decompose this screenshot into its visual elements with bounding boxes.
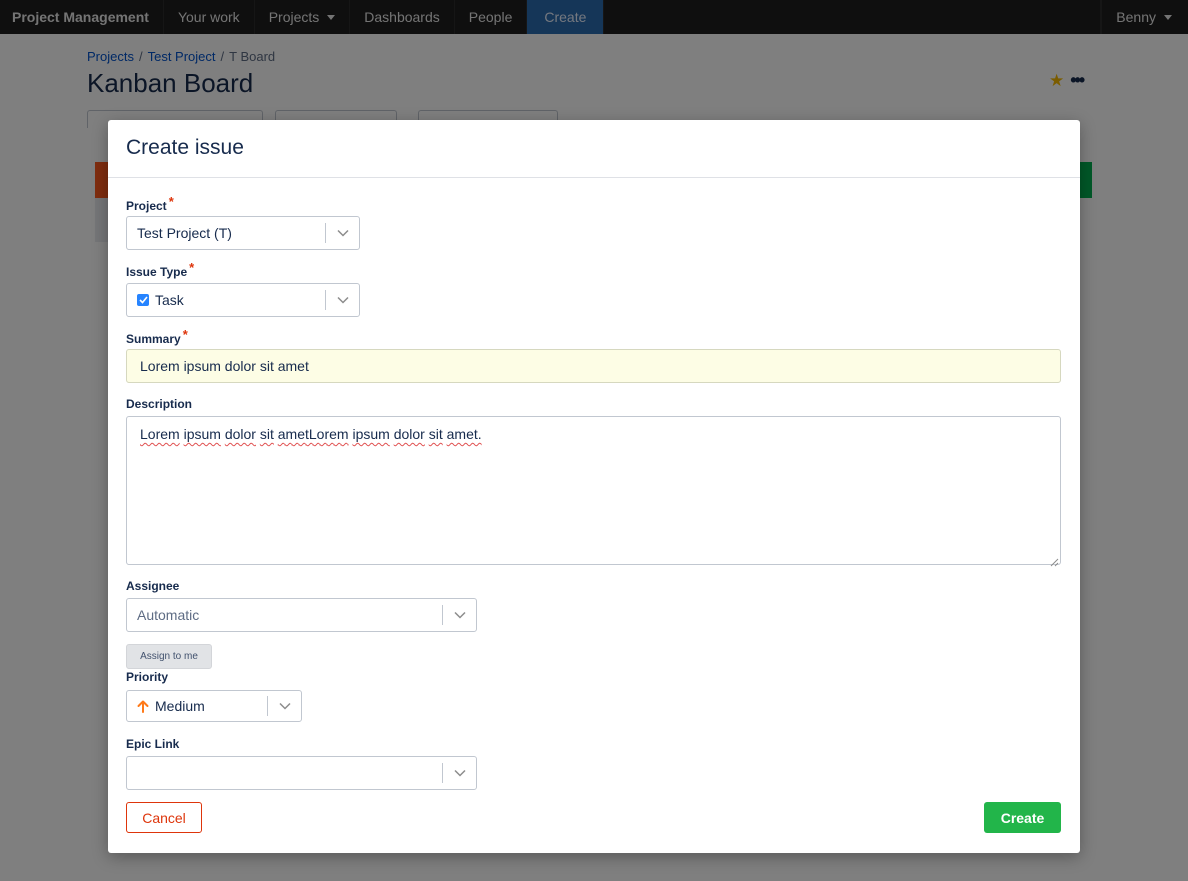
assignee-select-value: Automatic <box>137 607 200 623</box>
dialog-title: Create issue <box>126 136 244 159</box>
project-select[interactable]: Test Project (T) <box>126 216 360 250</box>
description-word: sit <box>428 426 443 442</box>
project-select-value: Test Project (T) <box>137 225 232 241</box>
epic-link-select[interactable] <box>126 756 477 790</box>
assignee-label: Assignee <box>126 579 180 593</box>
summary-label: Summary * <box>126 327 188 346</box>
chevron-down-icon[interactable] <box>326 229 359 237</box>
priority-select[interactable]: Medium <box>126 690 302 722</box>
chevron-down-icon[interactable] <box>268 702 301 710</box>
required-marker: * <box>182 327 188 342</box>
assign-to-me-button[interactable]: Assign to me <box>126 644 212 669</box>
assignee-select[interactable]: Automatic <box>126 598 477 632</box>
project-label: Project * <box>126 194 174 213</box>
issue-type-label-text: Issue Type <box>126 265 188 279</box>
summary-label-text: Summary <box>126 332 181 346</box>
description-word: ipsum <box>352 426 390 442</box>
issue-type-value: Task <box>155 292 184 308</box>
summary-input[interactable]: Lorem ipsum dolor sit amet <box>126 349 1061 383</box>
description-label: Description <box>126 397 193 411</box>
cancel-button[interactable]: Cancel <box>126 802 202 833</box>
create-issue-dialog: Create issue Project * Test Project (T) I… <box>108 120 1080 853</box>
resize-grip-icon[interactable] <box>1050 554 1059 567</box>
epic-link-label: Epic Link <box>126 737 180 751</box>
description-word: dolor <box>393 426 425 442</box>
description-word: ametLorem <box>277 426 349 442</box>
description-textarea[interactable]: Lorem ipsum dolor sit ametLorem ipsum do… <box>126 416 1061 567</box>
description-word: ipsum <box>183 426 221 442</box>
chevron-down-icon[interactable] <box>443 769 476 777</box>
issue-type-label: Issue Type * <box>126 260 194 279</box>
task-checkbox-icon <box>137 294 149 306</box>
project-label-text: Project <box>126 199 167 213</box>
priority-value: Medium <box>155 698 205 714</box>
description-word: Lorem <box>140 426 180 442</box>
arrow-up-icon <box>137 699 149 713</box>
required-marker: * <box>189 260 195 275</box>
description-word: amet. <box>446 426 482 442</box>
create-button[interactable]: Create <box>984 802 1061 833</box>
chevron-down-icon[interactable] <box>326 296 359 304</box>
required-marker: * <box>168 194 174 209</box>
dialog-header: Create issue <box>108 120 1080 178</box>
description-word: dolor <box>224 426 256 442</box>
issue-type-select[interactable]: Task <box>126 283 360 317</box>
priority-label: Priority <box>126 670 169 684</box>
priority-select-value: Medium <box>127 698 267 714</box>
issue-type-select-value: Task <box>127 292 325 308</box>
chevron-down-icon[interactable] <box>443 611 476 619</box>
description-word: sit <box>259 426 274 442</box>
